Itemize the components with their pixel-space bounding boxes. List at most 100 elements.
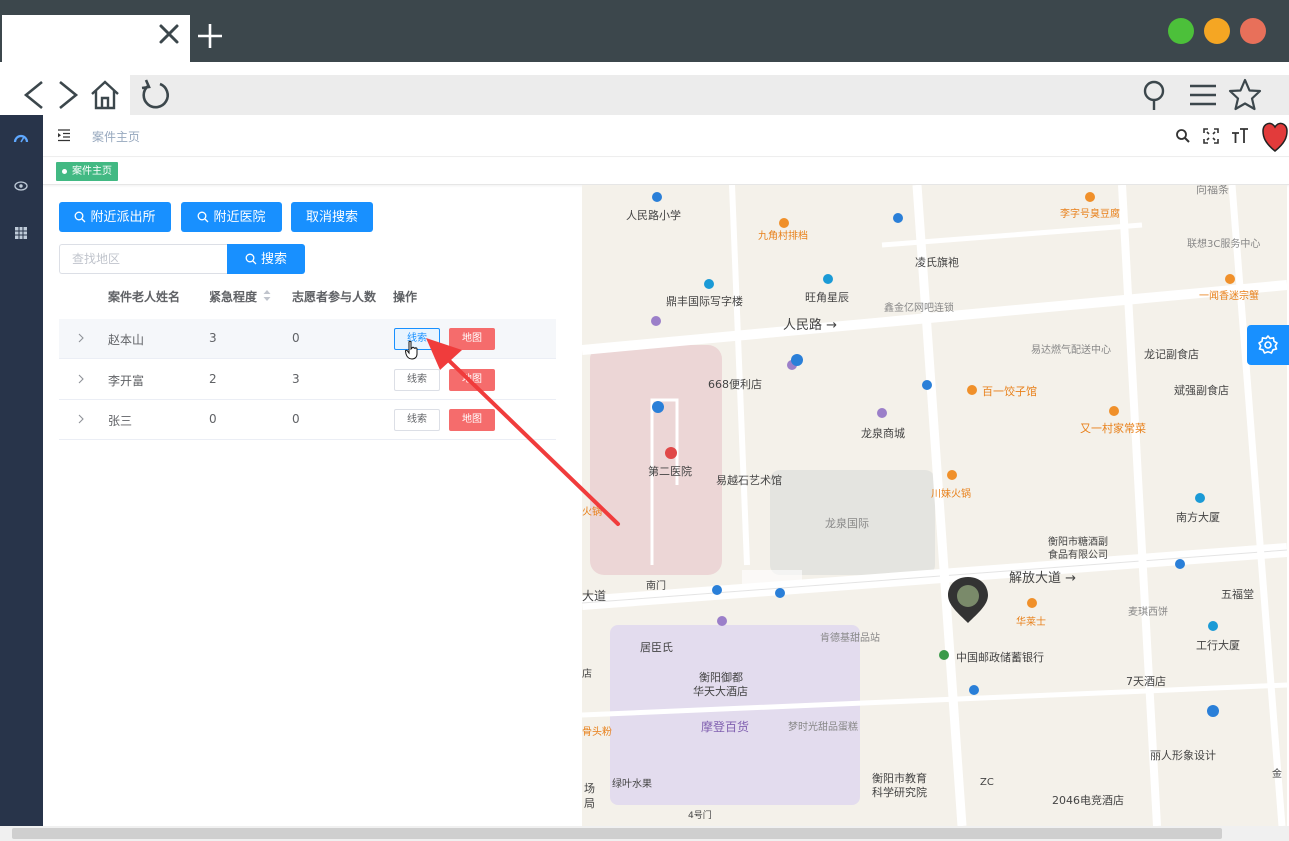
elder-name: 赵本山 bbox=[108, 333, 145, 347]
reload-icon[interactable] bbox=[138, 78, 172, 112]
map-label: 食品有限公司 bbox=[1048, 550, 1108, 561]
forward-icon[interactable] bbox=[52, 78, 86, 112]
chevron-right-icon[interactable] bbox=[76, 373, 86, 385]
building-marker bbox=[1195, 493, 1205, 503]
horizontal-scrollbar[interactable] bbox=[0, 826, 1289, 841]
map-label: 龙泉商城 bbox=[861, 427, 905, 440]
annotation-arrow bbox=[426, 338, 620, 526]
new-tab-icon[interactable] bbox=[196, 22, 224, 50]
map-label: 668便利店 bbox=[708, 378, 762, 391]
window-close-dot[interactable] bbox=[1240, 18, 1266, 44]
button-label: 搜索 bbox=[260, 251, 287, 266]
food-marker bbox=[947, 470, 957, 480]
crossing bbox=[742, 570, 802, 584]
chevron-right-icon[interactable] bbox=[76, 413, 86, 425]
building-marker bbox=[823, 274, 833, 284]
location-pin-icon[interactable] bbox=[1137, 78, 1171, 112]
eye-icon[interactable] bbox=[13, 178, 29, 194]
fullscreen-icon[interactable] bbox=[1203, 128, 1219, 144]
search-button[interactable]: 搜索 bbox=[227, 244, 305, 274]
map-label: 骨头粉 bbox=[582, 727, 612, 738]
search-icon[interactable] bbox=[1175, 128, 1191, 144]
map-label: 摩登百货 bbox=[701, 720, 750, 734]
bank-marker bbox=[939, 650, 949, 660]
map-view[interactable]: 人民路小学 九角村排档 李字号臭豆腐 向福条 凌氏旗袍 联想3C服务中心 鼎丰国… bbox=[582, 185, 1287, 826]
bus-marker bbox=[969, 685, 979, 695]
area-search-input[interactable] bbox=[59, 244, 229, 274]
map-label: 南门 bbox=[646, 581, 666, 592]
close-icon[interactable] bbox=[157, 22, 181, 46]
map-label: 人民路 → bbox=[783, 318, 838, 333]
scrollbar-thumb[interactable] bbox=[12, 828, 1222, 839]
search-icon bbox=[75, 211, 86, 223]
parking-marker bbox=[652, 401, 664, 413]
tags-view: 案件主页 bbox=[43, 158, 1289, 185]
column-header-urgency[interactable]: 紧急程度 bbox=[209, 288, 257, 305]
map-label: 联想3C服务中心 bbox=[1187, 239, 1261, 250]
volunteer-count: 0 bbox=[292, 412, 300, 426]
food-marker bbox=[1109, 406, 1119, 416]
road-vertical-2 bbox=[1118, 185, 1161, 826]
urgency: 3 bbox=[209, 331, 217, 345]
cancel-search-button[interactable]: 取消搜索 bbox=[291, 202, 373, 232]
menu-icon[interactable] bbox=[1186, 78, 1220, 112]
map-label: 肯德基甜品站 bbox=[820, 633, 880, 644]
map-label: 易达燃气配送中心 bbox=[1031, 345, 1111, 356]
bookmark-star-icon[interactable] bbox=[1228, 78, 1262, 112]
column-header-actions: 操作 bbox=[393, 290, 418, 304]
map-label: 华天大酒店 bbox=[693, 685, 748, 698]
menu-fold-icon[interactable] bbox=[57, 128, 71, 142]
map-label: ZC bbox=[980, 777, 994, 788]
map-label: 工行大厦 bbox=[1196, 639, 1240, 652]
hand-cursor-icon bbox=[405, 340, 418, 360]
map-label: 百一饺子馆 bbox=[982, 385, 1037, 398]
food-marker bbox=[1085, 192, 1095, 202]
map-label: 南方大厦 bbox=[1176, 511, 1220, 524]
button-label: 附近派出所 bbox=[90, 209, 156, 224]
map-label: 金 bbox=[1272, 769, 1282, 780]
map-label: 中国邮政储蓄银行 bbox=[956, 651, 1044, 664]
tag-case-home[interactable]: 案件主页 bbox=[56, 162, 118, 181]
button-label: 取消搜索 bbox=[305, 209, 358, 224]
map-label: 一闻香迷宗蟹 bbox=[1199, 291, 1259, 302]
breadcrumb[interactable]: 案件主页 bbox=[92, 128, 140, 145]
grid-icon[interactable] bbox=[13, 225, 29, 241]
back-icon[interactable] bbox=[18, 78, 52, 112]
font-size-icon[interactable] bbox=[1231, 128, 1249, 144]
map-label: 绿叶水果 bbox=[612, 779, 652, 790]
settings-button[interactable] bbox=[1247, 325, 1289, 365]
dashboard-icon[interactable] bbox=[13, 131, 29, 147]
map-label: 第二医院 bbox=[648, 465, 692, 478]
map-label: 川妹火锅 bbox=[931, 489, 971, 500]
nearby-police-button[interactable]: 附近派出所 bbox=[59, 202, 171, 232]
parking-marker bbox=[791, 354, 803, 366]
map-label: 向福条 bbox=[1196, 185, 1229, 196]
home-icon[interactable] bbox=[88, 78, 122, 112]
map-label: 又一村家常菜 bbox=[1080, 422, 1146, 435]
avatar[interactable] bbox=[1261, 119, 1289, 153]
elder-name: 李开富 bbox=[108, 374, 145, 388]
map-label: 4号门 bbox=[688, 811, 712, 821]
food-marker bbox=[967, 385, 977, 395]
chevron-right-icon[interactable] bbox=[76, 332, 86, 344]
app-header: 案件主页 bbox=[43, 115, 1289, 157]
map-label: 大道 bbox=[582, 589, 607, 603]
map-label: 华莱士 bbox=[1016, 617, 1046, 628]
school-marker bbox=[652, 192, 662, 202]
map-label: 梦时光甜品蛋糕 bbox=[788, 722, 858, 733]
map-label: 龙泉国际 bbox=[825, 517, 869, 530]
window-minimize-dot[interactable] bbox=[1204, 18, 1230, 44]
parking-marker bbox=[1207, 705, 1219, 717]
food-marker bbox=[1225, 274, 1235, 284]
sort-icon[interactable] bbox=[263, 290, 271, 301]
location-marker-photo bbox=[957, 585, 979, 607]
elder-name: 张三 bbox=[108, 414, 133, 428]
nearby-hospital-button[interactable]: 附近医院 bbox=[181, 202, 282, 232]
address-bar[interactable] bbox=[130, 75, 1289, 115]
bus-marker bbox=[775, 588, 785, 598]
window-maximize-dot[interactable] bbox=[1168, 18, 1194, 44]
column-header-urgency-label: 紧急程度 bbox=[209, 290, 258, 304]
bus-marker bbox=[922, 380, 932, 390]
building-marker bbox=[1208, 621, 1218, 631]
food-marker bbox=[1027, 598, 1037, 608]
